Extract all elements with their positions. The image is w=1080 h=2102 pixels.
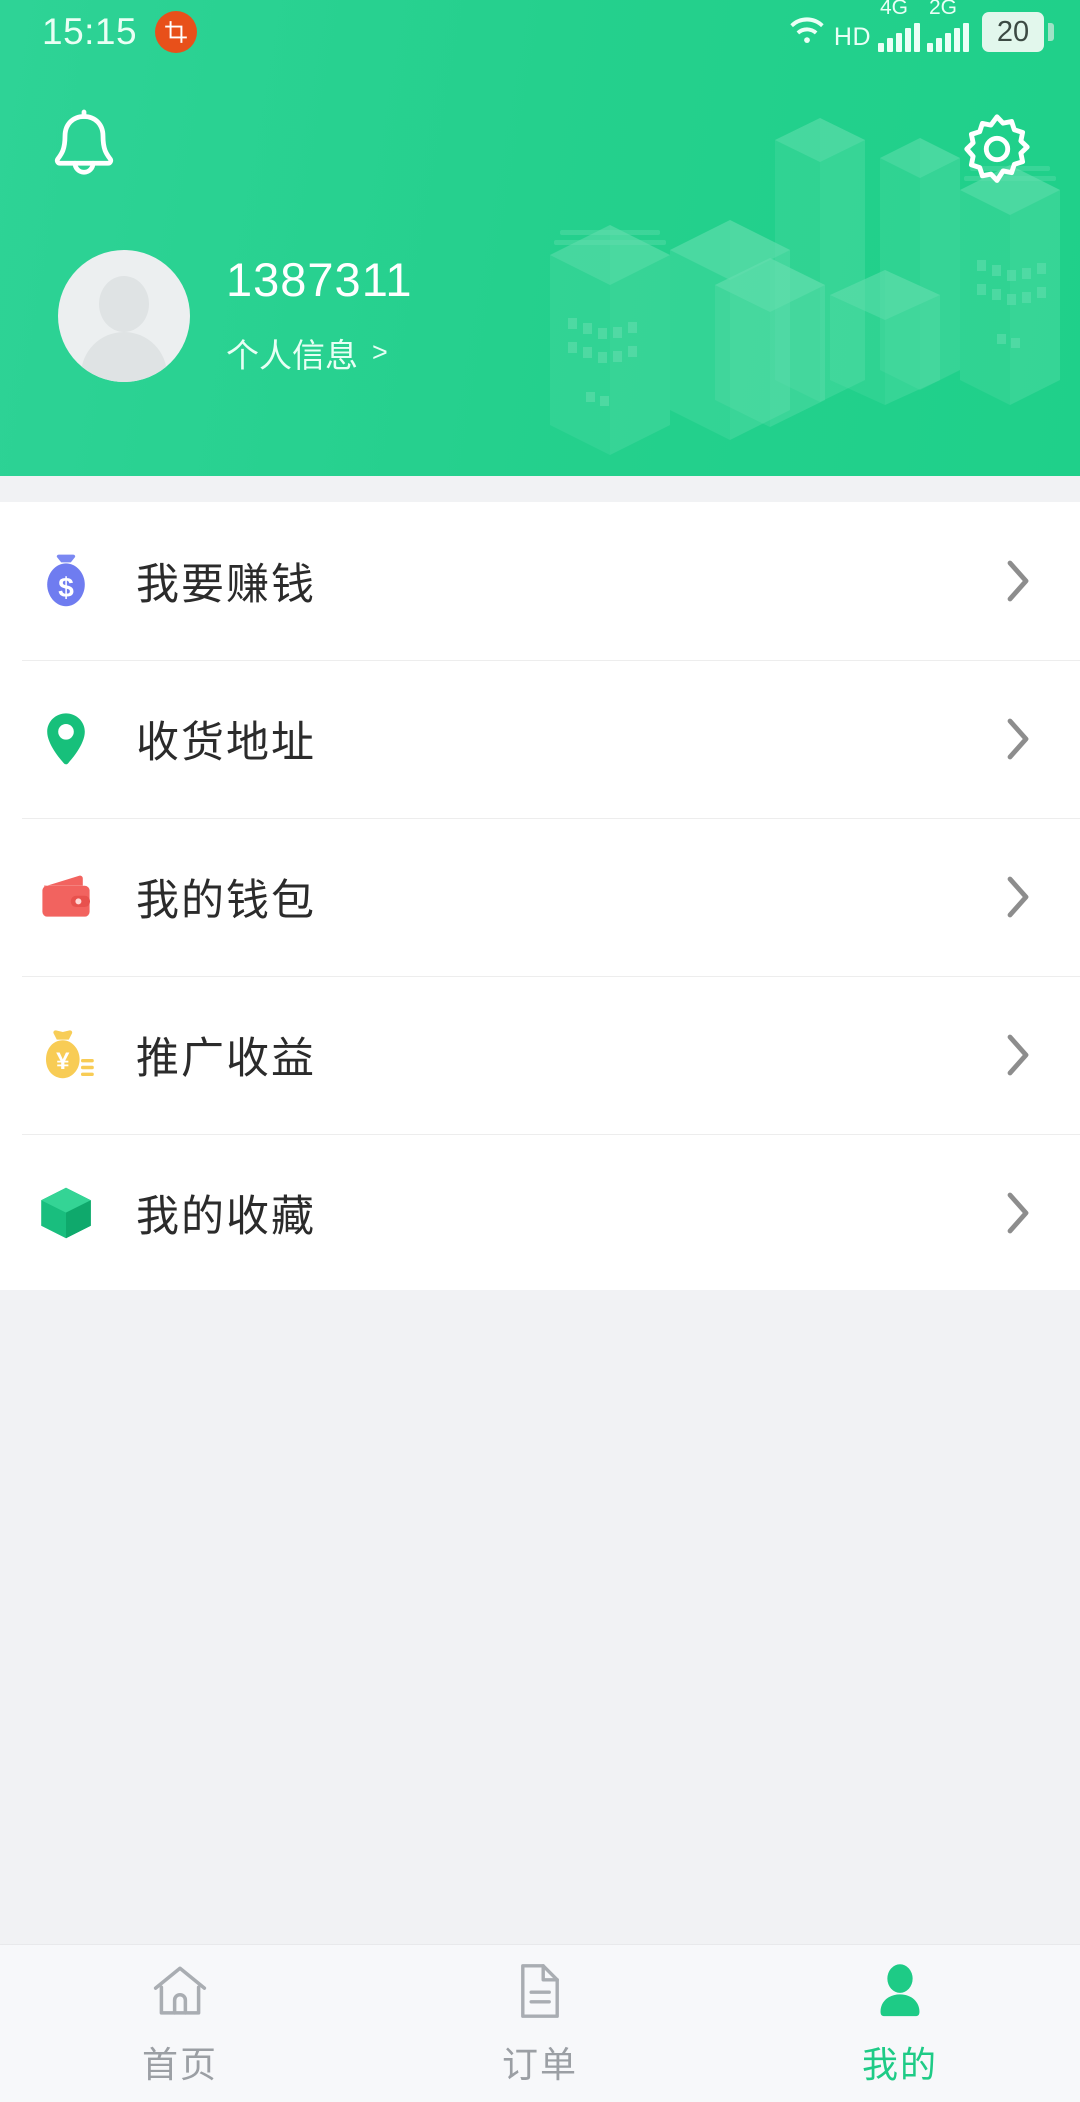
profile-header: 15:15 HD 4G 2G 20 1387311 个人信息 > <box>0 0 1080 476</box>
menu-item-earn-money[interactable]: $ 我要赚钱 <box>0 502 1080 660</box>
sim2-bars-icon <box>927 22 969 52</box>
wifi-icon <box>787 15 827 52</box>
menu-item-label: 我的收藏 <box>136 1193 316 1241</box>
battery-indicator: 20 <box>982 12 1054 52</box>
tab-mine[interactable]: 我的 <box>720 1945 1080 2102</box>
menu-item-shipping-address[interactable]: 收货地址 <box>0 660 1080 818</box>
location-pin-icon <box>30 703 102 775</box>
status-time: 15:15 <box>42 11 138 52</box>
menu-item-label: 收货地址 <box>136 719 316 767</box>
money-bag-dollar-icon: $ <box>30 545 102 617</box>
battery-level: 20 <box>996 15 1030 48</box>
default-avatar-icon <box>99 276 149 332</box>
status-bar: 15:15 HD 4G 2G 20 <box>0 0 1080 64</box>
svg-text:¥: ¥ <box>56 1048 70 1075</box>
avatar-body-shape <box>81 332 167 382</box>
chevron-right-icon: > <box>372 337 388 368</box>
menu-list: $ 我要赚钱 收货地址 我的钱包 ¥ 推广收益 我的收藏 <box>0 502 1080 1292</box>
cube-box-icon <box>30 1177 102 1249</box>
tab-orders[interactable]: 订单 <box>360 1945 720 2102</box>
tab-home[interactable]: 首页 <box>0 1945 360 2102</box>
home-icon <box>149 1960 211 2022</box>
chevron-right-icon <box>1000 711 1036 767</box>
page-body-empty-area <box>0 1290 1080 1944</box>
menu-item-my-wallet[interactable]: 我的钱包 <box>0 818 1080 976</box>
sim1-bars-icon <box>878 22 920 52</box>
bottom-tab-bar: 首页 订单 我的 <box>0 1944 1080 2102</box>
document-icon <box>509 1960 571 2022</box>
menu-item-label: 推广收益 <box>136 1035 316 1083</box>
chevron-right-icon <box>1000 869 1036 925</box>
sim1-signal: 4G <box>878 0 920 52</box>
battery-body: 20 <box>982 12 1044 52</box>
menu-item-my-favorites[interactable]: 我的收藏 <box>0 1134 1080 1292</box>
screenshot-crop-icon <box>155 11 198 53</box>
profile-info-label: 个人信息 <box>226 336 358 374</box>
tab-label: 我的 <box>861 2043 938 2085</box>
battery-tip <box>1048 23 1054 41</box>
profile-text: 1387311 个人信息 > <box>226 255 413 376</box>
status-bar-left: 15:15 <box>42 11 198 53</box>
chevron-right-icon <box>1000 1027 1036 1083</box>
menu-item-label: 我要赚钱 <box>136 561 316 609</box>
tab-label: 首页 <box>141 2043 218 2085</box>
bell-icon[interactable] <box>46 108 122 188</box>
header-list-gap <box>0 476 1080 502</box>
wallet-icon <box>30 861 102 933</box>
gear-icon[interactable] <box>958 110 1036 188</box>
sim2-signal: 2G <box>927 0 969 52</box>
profile-block[interactable]: 1387311 个人信息 > <box>58 250 413 382</box>
menu-item-promotion-income[interactable]: ¥ 推广收益 <box>0 976 1080 1134</box>
username: 1387311 <box>226 253 413 307</box>
app-root: 15:15 HD 4G 2G 20 1387311 个人信息 > $ 我要赚钱 … <box>0 0 1080 2102</box>
chevron-right-icon <box>1000 1185 1036 1241</box>
avatar[interactable] <box>58 250 190 382</box>
menu-item-label: 我的钱包 <box>136 877 316 925</box>
tab-label: 订单 <box>501 2043 578 2085</box>
sim2-label: 2G <box>929 0 958 19</box>
svg-text:$: $ <box>58 572 74 603</box>
chevron-right-icon <box>1000 553 1036 609</box>
status-bar-right: HD 4G 2G 20 <box>787 0 1054 52</box>
person-icon <box>869 1960 931 2022</box>
sim1-label: 4G <box>880 0 909 19</box>
money-bag-yuan-icon: ¥ <box>30 1019 102 1091</box>
hd-label: HD <box>833 23 871 51</box>
profile-info-link[interactable]: 个人信息 > <box>226 329 413 377</box>
